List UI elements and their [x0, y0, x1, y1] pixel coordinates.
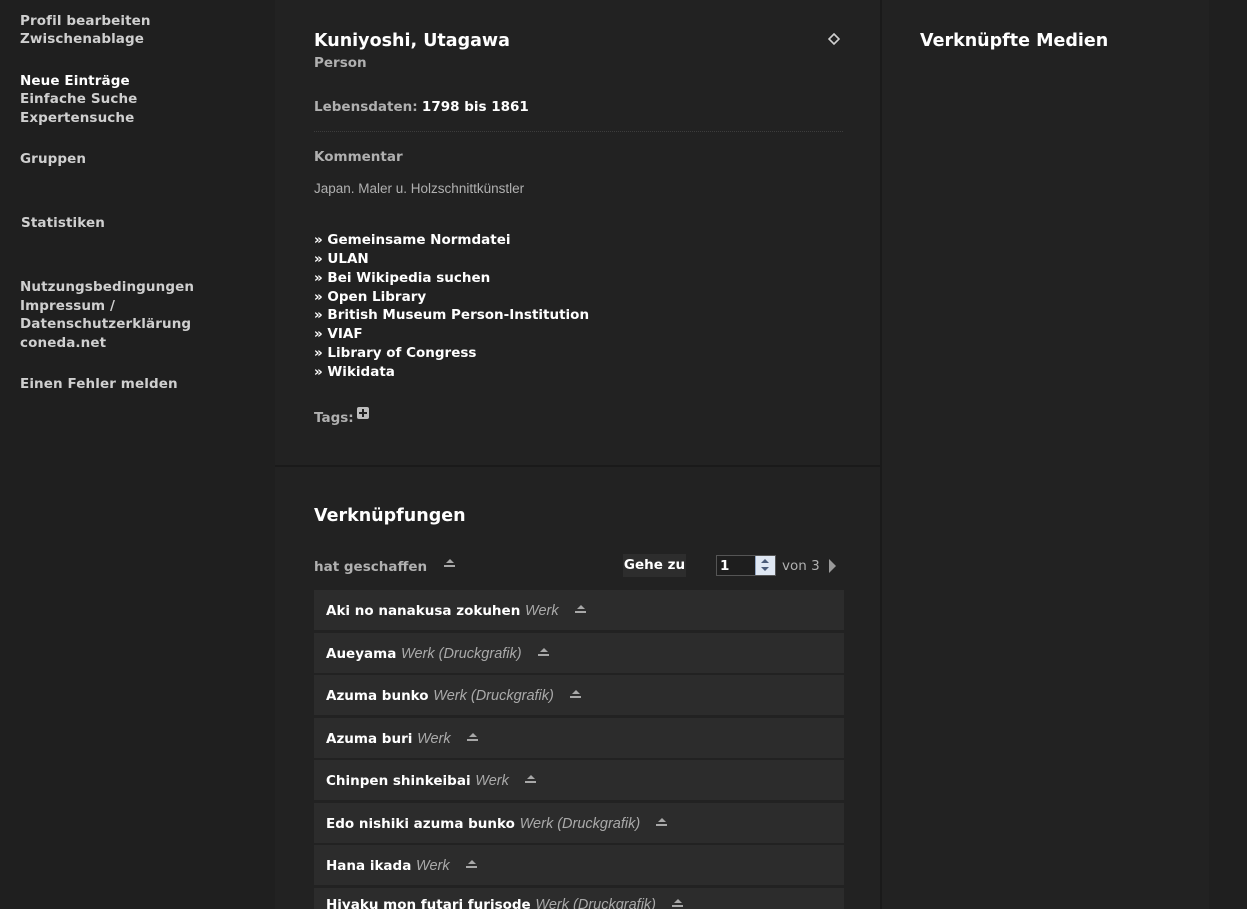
list-item-title: Aki no nanakusa zokuhen — [326, 603, 521, 619]
list-item[interactable]: Hana ikada Werk — [314, 845, 844, 885]
page-total: von 3 — [782, 558, 820, 574]
spinner-down-icon[interactable] — [761, 567, 769, 571]
sort-icon[interactable] — [465, 860, 477, 869]
link-viaf[interactable]: » VIAF — [314, 325, 363, 343]
spinner-up-icon[interactable] — [761, 559, 769, 563]
sort-icon[interactable] — [672, 899, 683, 908]
relation-label: hat geschaffen — [314, 559, 455, 575]
list-item[interactable]: Hiyaku mon futari furisode Werk (Druckgr… — [314, 888, 844, 909]
link-library-of-congress[interactable]: » Library of Congress — [314, 344, 476, 362]
list-item[interactable]: Chinpen shinkeibai Werk — [314, 760, 844, 800]
list-item-title: Azuma bunko — [326, 688, 429, 704]
divider — [314, 131, 843, 132]
media-heading: Verknüpfte Medien — [920, 31, 1109, 51]
list-item-type: Werk — [417, 731, 451, 747]
sidebar-item-report-error[interactable]: Einen Fehler melden — [20, 375, 178, 393]
page-spinner[interactable] — [755, 556, 775, 575]
link-gnd[interactable]: » Gemeinsame Normdatei — [314, 231, 511, 249]
relations-heading: Verknüpfungen — [314, 506, 466, 526]
list-item-title: Chinpen shinkeibai — [326, 773, 471, 789]
list-item[interactable]: Azuma bunko Werk (Druckgrafik) — [314, 675, 844, 715]
list-item-name: Edo nishiki azuma bunko Werk (Druckgrafi… — [326, 804, 668, 843]
lifespan-value: 1798 bis 1861 — [421, 99, 529, 115]
lifespan-label: Lebensdaten: — [314, 99, 418, 115]
list-item-name: Aki no nanakusa zokuhen Werk — [326, 591, 586, 630]
section-divider — [275, 465, 881, 467]
list-item-type: Werk (Druckgrafik) — [519, 816, 641, 832]
sidebar: Profil bearbeiten Zwischenablage Neue Ei… — [0, 0, 275, 909]
list-item-name: Hana ikada Werk — [326, 846, 477, 885]
list-item-type: Werk (Druckgrafik) — [401, 646, 522, 662]
sidebar-item-imprint[interactable]: Impressum / — [20, 297, 115, 315]
sidebar-item-coneda[interactable]: coneda.net — [20, 334, 106, 352]
relation-label-text: hat geschaffen — [314, 559, 428, 575]
sort-icon[interactable] — [656, 818, 668, 827]
sort-icon[interactable] — [569, 690, 581, 699]
list-item-name: Azuma buri Werk — [326, 719, 478, 758]
sidebar-item-new-entries[interactable]: Neue Einträge — [20, 72, 130, 90]
sort-icon[interactable] — [466, 733, 478, 742]
comment-heading: Kommentar — [314, 149, 403, 165]
list-item-type: Werk (Druckgrafik) — [535, 897, 656, 909]
list-item-title: Hana ikada — [326, 858, 412, 874]
list-item-name: Hiyaku mon futari furisode Werk (Druckgr… — [326, 888, 683, 909]
goto-button[interactable]: Gehe zu — [623, 554, 686, 577]
sidebar-item-groups[interactable]: Gruppen — [20, 150, 86, 168]
pin-icon[interactable] — [828, 33, 840, 45]
entity-kind: Person — [314, 55, 367, 71]
sort-icon[interactable] — [524, 775, 536, 784]
link-british-museum[interactable]: » British Museum Person-Institution — [314, 306, 589, 324]
lifespan: Lebensdaten: 1798 bis 1861 — [314, 99, 529, 115]
list-item[interactable]: Aki no nanakusa zokuhen Werk — [314, 590, 844, 630]
link-wikipedia-search[interactable]: » Bei Wikipedia suchen — [314, 269, 490, 287]
link-ulan[interactable]: » ULAN — [314, 250, 369, 268]
add-tag-icon[interactable] — [357, 407, 369, 419]
page-edge — [1209, 0, 1247, 909]
sidebar-item-statistics[interactable]: Statistiken — [21, 214, 105, 232]
sidebar-item-clipboard[interactable]: Zwischenablage — [20, 30, 144, 48]
comment-text: Japan. Maler u. Holzschnittkünstler — [314, 181, 525, 196]
tags-label: Tags: — [314, 410, 354, 426]
list-item[interactable]: Azuma buri Werk — [314, 718, 844, 758]
sort-icon[interactable] — [537, 648, 549, 657]
next-page-icon[interactable] — [829, 559, 836, 573]
list-item[interactable]: Edo nishiki azuma bunko Werk (Druckgrafi… — [314, 803, 844, 843]
list-item-name: Azuma bunko Werk (Druckgrafik) — [326, 676, 581, 715]
list-item-title: Azuma buri — [326, 731, 413, 747]
sort-icon[interactable] — [574, 605, 586, 614]
sidebar-item-terms[interactable]: Nutzungsbedingungen — [20, 278, 194, 296]
media-panel — [882, 0, 1209, 909]
list-item-type: Werk — [416, 858, 450, 874]
sort-icon[interactable] — [443, 559, 455, 568]
list-item-title: Hiyaku mon futari furisode — [326, 897, 531, 909]
list-item[interactable]: Aueyama Werk (Druckgrafik) — [314, 633, 844, 673]
sidebar-item-simple-search[interactable]: Einfache Suche — [20, 90, 137, 108]
link-open-library[interactable]: » Open Library — [314, 288, 426, 306]
list-item-type: Werk (Druckgrafik) — [433, 688, 554, 704]
sidebar-item-privacy[interactable]: Datenschutzerklärung — [20, 315, 191, 333]
list-item-name: Chinpen shinkeibai Werk — [326, 761, 536, 800]
list-item-title: Edo nishiki azuma bunko — [326, 816, 515, 832]
link-wikidata[interactable]: » Wikidata — [314, 363, 395, 381]
sidebar-item-expert-search[interactable]: Expertensuche — [20, 109, 134, 127]
list-item-type: Werk — [475, 773, 509, 789]
list-item-type: Werk — [525, 603, 559, 619]
sidebar-item-profile[interactable]: Profil bearbeiten — [20, 12, 151, 30]
list-item-title: Aueyama — [326, 646, 397, 662]
list-item-name: Aueyama Werk (Druckgrafik) — [326, 634, 549, 673]
entity-title: Kuniyoshi, Utagawa — [314, 31, 510, 51]
